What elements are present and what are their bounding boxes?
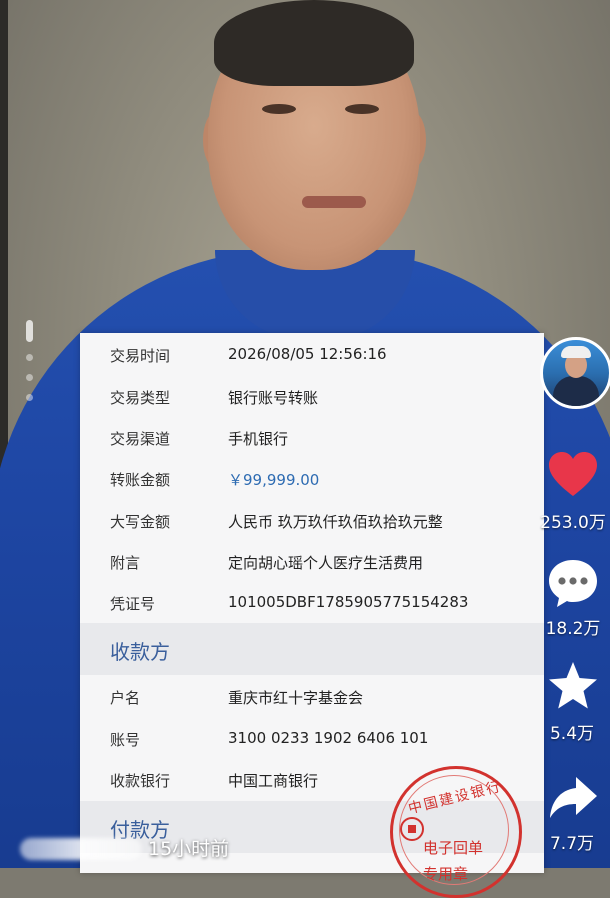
avatar-figure <box>561 346 591 358</box>
avatar-figure <box>553 376 599 406</box>
receipt-label: 交易渠道 <box>110 430 171 448</box>
person-eye <box>345 104 379 114</box>
person-mouth <box>302 196 366 208</box>
page-indicator-dot <box>26 374 33 381</box>
receipt-label: 附言 <box>110 554 141 572</box>
like-heart-icon[interactable] <box>546 448 600 502</box>
page-indicator-dot <box>26 394 33 401</box>
comment-count: 18.2万 <box>545 619 601 639</box>
receipt-label: 交易时间 <box>110 347 171 365</box>
receipt-value: 人民币 玖万玖仟玖佰玖拾玖元整 <box>228 513 443 531</box>
receipt-amount-value: ￥99,999.00 <box>228 471 320 489</box>
section-title: 收款方 <box>110 640 170 664</box>
receipt-value: 3100 0233 1902 6406 101 <box>228 729 429 747</box>
favorite-star-icon[interactable] <box>546 659 600 713</box>
post-time: 15小时前 <box>148 838 230 860</box>
bank-emblem-icon <box>400 817 424 841</box>
bank-seal-stamp: 中国建设银行 电子回单 专用章 <box>390 766 522 898</box>
receipt-label: 转账金额 <box>110 471 171 489</box>
receipt-row-memo: 附言 定向胡心瑶个人医疗生活费用 <box>80 542 544 582</box>
receipt-row-voucher: 凭证号 101005DBF1785905775154283 <box>80 583 544 623</box>
like-count: 253.0万 <box>540 513 606 533</box>
page-indicator-dot <box>26 354 33 361</box>
receipt-label: 凭证号 <box>110 595 156 613</box>
favorite-count: 5.4万 <box>549 724 595 744</box>
receipt-row-payee-name: 户名 重庆市红十字基金会 <box>80 677 544 717</box>
receipt-value: 手机银行 <box>228 430 289 448</box>
share-arrow-icon[interactable] <box>546 771 600 825</box>
person-hair <box>214 0 414 86</box>
receipt-label: 账号 <box>110 731 141 749</box>
receipt-value: 101005DBF1785905775154283 <box>228 593 469 611</box>
comment-icon[interactable] <box>546 556 600 610</box>
receipt-label: 交易类型 <box>110 389 171 407</box>
seal-text: 专用章 <box>423 865 469 883</box>
receipt-value: 重庆市红十字基金会 <box>228 689 364 707</box>
receipt-row-time: 交易时间 2026/08/05 12:56:16 <box>80 335 544 375</box>
receipt-value: 中国工商银行 <box>228 772 319 790</box>
author-name-blurred[interactable] <box>20 838 142 860</box>
receipt-label: 大写金额 <box>110 513 171 531</box>
receipt-row-payee-account: 账号 3100 0233 1902 6406 101 <box>80 719 544 759</box>
person-eye <box>262 104 296 114</box>
receipt-label: 收款银行 <box>110 772 171 790</box>
seal-text: 电子回单 <box>423 839 484 857</box>
creator-avatar[interactable] <box>540 337 610 409</box>
receipt-value: 银行账号转账 <box>228 389 319 407</box>
share-count: 7.7万 <box>549 834 595 854</box>
page-indicator-active <box>26 320 33 342</box>
receipt-label: 户名 <box>110 689 141 707</box>
receipt-row-amount-words: 大写金额 人民币 玖万玖仟玖佰玖拾玖元整 <box>80 501 544 541</box>
receipt-row-amount: 转账金额 ￥99,999.00 <box>80 459 544 499</box>
payee-section-header: 收款方 <box>80 623 544 675</box>
receipt-row-channel: 交易渠道 手机银行 <box>80 418 544 458</box>
receipt-value: 定向胡心瑶个人医疗生活费用 <box>228 554 424 572</box>
receipt-value: 2026/08/05 12:56:16 <box>228 345 387 363</box>
receipt-row-type: 交易类型 银行账号转账 <box>80 377 544 417</box>
